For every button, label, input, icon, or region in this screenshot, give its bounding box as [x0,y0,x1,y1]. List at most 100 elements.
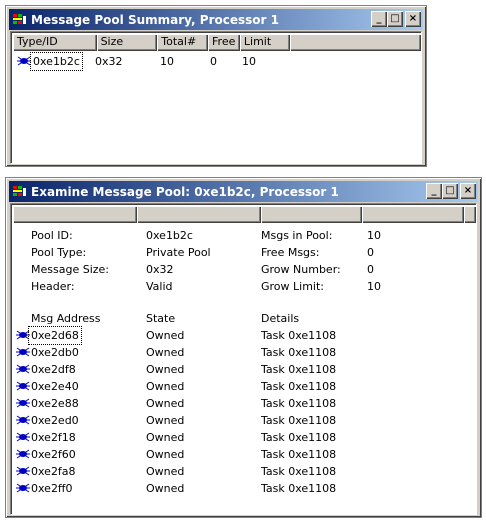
msg-address-cell: 0xe2fa8 [31,465,76,478]
column-header-1[interactable] [13,206,138,223]
close-button[interactable]: × [460,183,476,199]
message-icon [16,448,30,460]
pool-id-value: 0xe1b2c [146,229,193,242]
msg-address-cell: 0xe2d68 [28,326,82,345]
details-cell: Task 0xe1108 [261,482,337,495]
grow-number-value: 0 [367,263,374,276]
window-title: Examine Message Pool: 0xe1b2c, Processor… [31,184,339,199]
free-msgs-value: 0 [367,246,374,259]
table-row[interactable]: 0xe2fa8 Owned Task 0xe1108 [11,463,451,480]
details-header: Details [261,312,300,325]
column-header-4[interactable] [362,206,465,223]
msg-address-cell: 0xe2db0 [31,346,79,359]
msg-address-cell: 0xe2f18 [31,431,76,444]
pool-id-label: Pool ID: [31,229,73,242]
column-header-size[interactable]: Size [96,34,158,51]
details-cell: Task 0xe1108 [261,465,337,478]
table-row[interactable]: 0xe2ed0 Owned Task 0xe1108 [11,412,451,429]
message-icon [16,414,30,426]
state-cell: Owned [146,397,185,410]
column-header-type-id[interactable]: Type/ID [13,34,97,51]
msgs-in-pool-label: Msgs in Pool: [261,229,333,242]
limit-cell: 10 [242,55,256,68]
maximize-button[interactable]: □ [442,183,458,199]
state-cell: Owned [146,329,185,342]
table-row[interactable]: 0xe2db0 Owned Task 0xe1108 [11,344,451,361]
table-row[interactable]: 0xe2e40 Owned Task 0xe1108 [11,378,451,395]
message-icon [16,346,30,358]
total-cell: 10 [160,55,174,68]
pool-list: Type/ID Size Total# Free Limit 0xe1b2c 0… [10,31,422,164]
pool-type-value: Private Pool [146,246,211,259]
message-icon [16,329,30,341]
msgs-in-pool-value: 10 [367,229,381,242]
column-header-2[interactable] [137,206,261,223]
state-cell: Owned [146,482,185,495]
msg-address-cell: 0xe2df8 [31,363,76,376]
msg-address-cell: 0xe2ed0 [31,414,79,427]
free-cell: 0 [210,55,217,68]
column-header-blank [289,34,421,51]
message-icon [16,380,30,392]
column-header [13,206,476,223]
header-label: Header: [31,280,75,293]
message-icon [16,397,30,409]
free-msgs-label: Free Msgs: [261,246,320,259]
state-cell: Owned [146,380,185,393]
minimize-button[interactable]: _ [371,11,387,27]
details-cell: Task 0xe1108 [261,397,337,410]
message-icon [16,363,30,375]
app-icon [12,12,28,28]
column-header-3[interactable] [260,206,363,223]
message-icon [16,482,30,494]
state-cell: Owned [146,448,185,461]
message-pool-icon [17,55,31,67]
table-row[interactable]: 0xe2d68 Owned Task 0xe1108 [11,326,451,345]
state-cell: Owned [146,414,185,427]
window-title: Message Pool Summary, Processor 1 [31,12,279,27]
msg-address-cell: 0xe2f60 [31,448,76,461]
msg-address-header: Msg Address [31,312,101,325]
minimize-button[interactable]: _ [426,183,442,199]
table-row[interactable]: 0xe2e88 Owned Task 0xe1108 [11,395,451,412]
header-value: Valid [146,280,173,293]
message-size-label: Message Size: [31,263,109,276]
state-cell: Owned [146,346,185,359]
details-cell: Task 0xe1108 [261,346,337,359]
details-cell: Task 0xe1108 [261,448,337,461]
close-button[interactable]: × [405,11,421,27]
column-header-limit[interactable]: Limit [239,34,290,51]
table-row[interactable]: 0xe2ff0 Owned Task 0xe1108 [11,480,451,497]
message-pool-summary-window: Message Pool Summary, Processor 1 _ □ × … [5,5,427,167]
pool-type-label: Pool Type: [31,246,87,259]
size-cell: 0x32 [95,55,123,68]
details-cell: Task 0xe1108 [261,414,337,427]
maximize-button[interactable]: □ [387,11,403,27]
details-cell: Task 0xe1108 [261,431,337,444]
column-header-total[interactable]: Total# [157,34,209,51]
message-icon [16,431,30,443]
msg-address-cell: 0xe2e88 [31,397,79,410]
grow-number-label: Grow Number: [261,263,341,276]
table-row[interactable]: 0xe1b2c 0x32 10 0 10 [13,52,413,71]
app-icon [12,184,28,200]
details-cell: Task 0xe1108 [261,329,337,342]
msg-address-cell: 0xe2ff0 [31,482,73,495]
table-row[interactable]: 0xe2f18 Owned Task 0xe1108 [11,429,451,446]
title-bar[interactable]: Message Pool Summary, Processor 1 _ □ × [9,9,423,30]
details-cell: Task 0xe1108 [261,363,337,376]
type-id-cell: 0xe1b2c [30,52,83,71]
msg-address-cell: 0xe2e40 [31,380,79,393]
message-icon [16,465,30,477]
state-cell: Owned [146,431,185,444]
title-bar[interactable]: Examine Message Pool: 0xe1b2c, Processor… [9,181,478,202]
grow-limit-label: Grow Limit: [261,280,325,293]
table-row[interactable]: 0xe2df8 Owned Task 0xe1108 [11,361,451,378]
state-cell: Owned [146,363,185,376]
column-header-free[interactable]: Free [208,34,240,51]
column-header-5 [464,206,476,223]
state-cell: Owned [146,465,185,478]
table-row[interactable]: 0xe2f60 Owned Task 0xe1108 [11,446,451,463]
state-header: State [146,312,176,325]
examine-message-pool-window: Examine Message Pool: 0xe1b2c, Processor… [5,177,482,518]
